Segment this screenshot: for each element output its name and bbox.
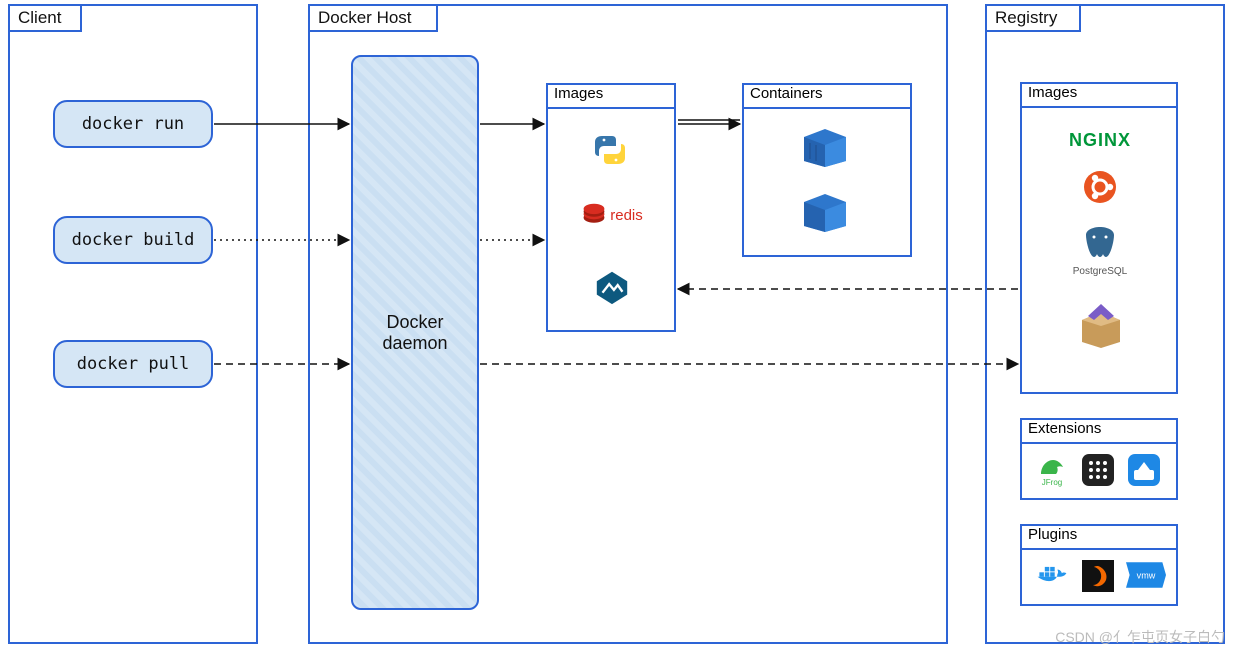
arrows-layer [0,0,1233,651]
watermark: CSDN @亻乍屯页女子白勺 [1055,627,1225,647]
